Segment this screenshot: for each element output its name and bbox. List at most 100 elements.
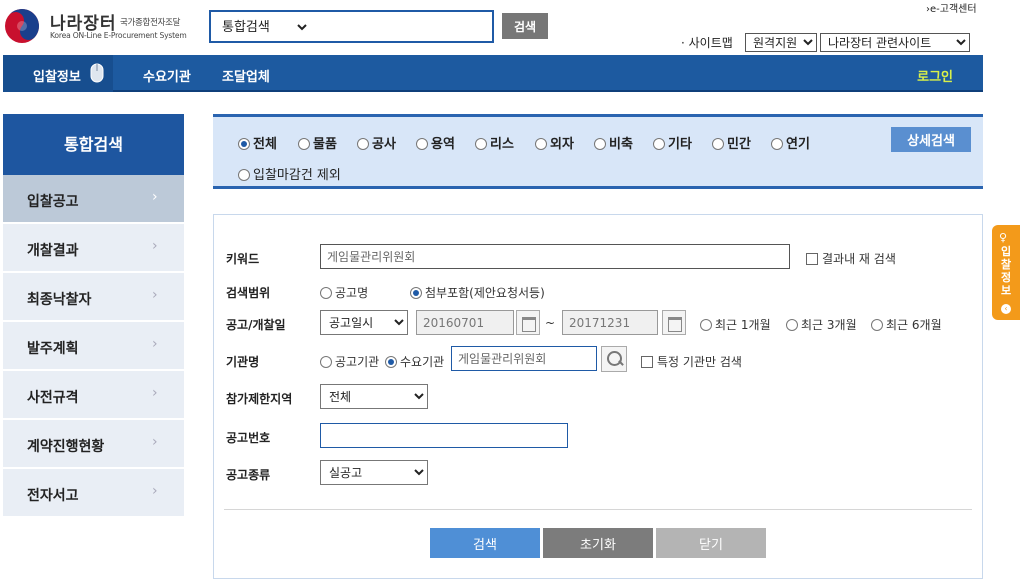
scope-radio-attachment[interactable]: 첨부포함(제안요청서등) bbox=[410, 284, 545, 301]
search-icon[interactable] bbox=[601, 346, 627, 372]
category-radio-postponed[interactable]: 연기 bbox=[771, 133, 810, 152]
radio-icon bbox=[712, 138, 724, 150]
checkbox-icon bbox=[641, 356, 653, 368]
lnb-item-order-plan[interactable]: 발주계획 › bbox=[3, 322, 184, 370]
checkbox-icon bbox=[806, 253, 818, 265]
category-radio-private[interactable]: 민간 bbox=[712, 133, 751, 152]
notice-type-label: 공고종류 bbox=[226, 468, 271, 482]
preset-1-month[interactable]: 최근 1개월 bbox=[700, 316, 771, 333]
research-checkbox[interactable]: 결과내 재 검색 bbox=[806, 250, 896, 267]
divider bbox=[224, 509, 972, 510]
radio-icon bbox=[786, 319, 798, 331]
org-only-checkbox[interactable]: 특정 기관만 검색 bbox=[641, 353, 742, 370]
category-filter: 전체 물품 공사 용역 리스 외자 비축 기타 민간 연기 입찰마감건 제외 상… bbox=[213, 114, 983, 189]
chevron-right-icon: › bbox=[152, 434, 158, 450]
keyword-input[interactable] bbox=[320, 244, 790, 269]
org-label: 기관명 bbox=[226, 355, 260, 369]
date-label: 공고/개찰일 bbox=[226, 318, 286, 332]
keyword-label: 키워드 bbox=[226, 252, 260, 266]
notice-type-select[interactable]: 실공고 bbox=[320, 460, 428, 485]
date-type-select[interactable]: 공고일시 bbox=[320, 310, 408, 335]
scope-radio-title[interactable]: 공고명 bbox=[320, 284, 368, 301]
category-radio-stockpile[interactable]: 비축 bbox=[594, 133, 633, 152]
top-search-button[interactable]: 검색 bbox=[502, 13, 548, 39]
customer-center-link[interactable]: ›e-고객센터 bbox=[926, 0, 977, 15]
radio-icon bbox=[700, 319, 712, 331]
radio-icon bbox=[594, 138, 606, 150]
radio-icon bbox=[357, 138, 369, 150]
org-radio-notice-agency[interactable]: 공고기관 bbox=[320, 353, 379, 370]
radio-icon bbox=[238, 169, 250, 181]
top-search-select[interactable]: 통합검색 bbox=[218, 18, 310, 37]
lnb-item-bid-notice[interactable]: 입찰공고 › bbox=[3, 175, 184, 223]
lnb-title: 통합검색 bbox=[3, 114, 184, 175]
chevron-left-icon: ‹ bbox=[1001, 304, 1011, 314]
reset-button[interactable]: 초기화 bbox=[543, 528, 653, 558]
lnb-item-contract-status[interactable]: 계약진행현황 › bbox=[3, 420, 184, 468]
category-radio-foreign[interactable]: 외자 bbox=[535, 133, 574, 152]
org-input[interactable] bbox=[451, 346, 597, 371]
category-radio-goods[interactable]: 물품 bbox=[298, 133, 337, 152]
radio-icon bbox=[320, 287, 332, 299]
detail-search-button[interactable]: 상세검색 bbox=[891, 127, 971, 152]
remote-support-select[interactable]: 원격지원 bbox=[745, 33, 817, 52]
date-to-input[interactable] bbox=[562, 310, 658, 335]
region-select[interactable]: 전체 bbox=[320, 384, 428, 409]
gnb-label: 입찰정보 bbox=[33, 70, 81, 85]
close-button[interactable]: 닫기 bbox=[656, 528, 766, 558]
side-tab-label: 입찰정보 bbox=[1000, 245, 1012, 297]
taegeuk-logo-icon bbox=[5, 9, 39, 43]
login-link[interactable]: 로그인 bbox=[917, 66, 953, 85]
notice-number-label: 공고번호 bbox=[226, 431, 271, 445]
radio-icon bbox=[871, 319, 883, 331]
category-radio-service[interactable]: 용역 bbox=[416, 133, 455, 152]
radio-on-icon bbox=[410, 287, 422, 299]
lnb-item-opening-result[interactable]: 개찰결과 › bbox=[3, 224, 184, 272]
preset-3-months[interactable]: 최근 3개월 bbox=[786, 316, 857, 333]
category-radio-lease[interactable]: 리스 bbox=[475, 133, 514, 152]
date-separator: ~ bbox=[545, 316, 556, 330]
related-sites-select[interactable]: 나라장터 관련사이트 bbox=[820, 33, 970, 52]
side-bid-info-tab[interactable]: ♀ 입찰정보 ‹ bbox=[992, 225, 1020, 320]
mouse-icon bbox=[90, 63, 104, 83]
search-button[interactable]: 검색 bbox=[430, 528, 540, 558]
radio-icon bbox=[475, 138, 487, 150]
chevron-right-icon: › bbox=[152, 483, 158, 499]
chevron-right-icon: › bbox=[152, 336, 158, 352]
logo[interactable]: 나라장터 국가종합전자조달 Korea ON-Line E-Procuremen… bbox=[4, 6, 204, 44]
calendar-icon[interactable] bbox=[662, 310, 686, 335]
global-nav: 입찰정보 수요기관 조달업체 로그인 bbox=[3, 55, 983, 92]
org-radio-demand-agency[interactable]: 수요기관 bbox=[385, 353, 444, 370]
bulb-icon: ♀ bbox=[999, 231, 1008, 244]
logo-english: Korea ON-Line E-Procurement System bbox=[50, 31, 187, 40]
lnb-item-pre-spec[interactable]: 사전규격 › bbox=[3, 371, 184, 419]
exclude-closed-radio[interactable]: 입찰마감건 제외 bbox=[238, 164, 341, 183]
radio-on-icon bbox=[385, 356, 397, 368]
top-search-box: 통합검색 bbox=[209, 10, 494, 43]
category-radio-all[interactable]: 전체 bbox=[238, 133, 277, 152]
gnb-item-bid-info[interactable]: 입찰정보 bbox=[3, 55, 113, 92]
sitemap-link[interactable]: · 사이트맵 bbox=[681, 34, 733, 51]
radio-icon bbox=[416, 138, 428, 150]
gnb-item-supplier[interactable]: 조달업체 bbox=[222, 66, 270, 85]
lnb-item-final-winner[interactable]: 최종낙찰자 › bbox=[3, 273, 184, 321]
radio-icon bbox=[771, 138, 783, 150]
category-radio-etc[interactable]: 기타 bbox=[653, 133, 692, 152]
gnb-item-demand-org[interactable]: 수요기관 bbox=[143, 66, 191, 85]
preset-6-months[interactable]: 최근 6개월 bbox=[871, 316, 942, 333]
lnb-item-label: 최종낙찰자 bbox=[27, 292, 92, 308]
lnb-item-e-archive[interactable]: 전자서고 › bbox=[3, 469, 184, 517]
category-radio-construction[interactable]: 공사 bbox=[357, 133, 396, 152]
chevron-right-icon: › bbox=[152, 385, 158, 401]
radio-icon bbox=[653, 138, 665, 150]
radio-icon bbox=[298, 138, 310, 150]
date-from-input[interactable] bbox=[416, 310, 514, 335]
scope-label: 검색범위 bbox=[226, 286, 271, 300]
lnb-item-label: 전자서고 bbox=[27, 488, 79, 504]
lnb-item-label: 개찰결과 bbox=[27, 243, 79, 259]
radio-icon bbox=[320, 356, 332, 368]
notice-number-input[interactable] bbox=[320, 423, 568, 448]
calendar-icon[interactable] bbox=[516, 310, 540, 335]
radio-icon bbox=[535, 138, 547, 150]
radio-on-icon bbox=[238, 138, 250, 150]
